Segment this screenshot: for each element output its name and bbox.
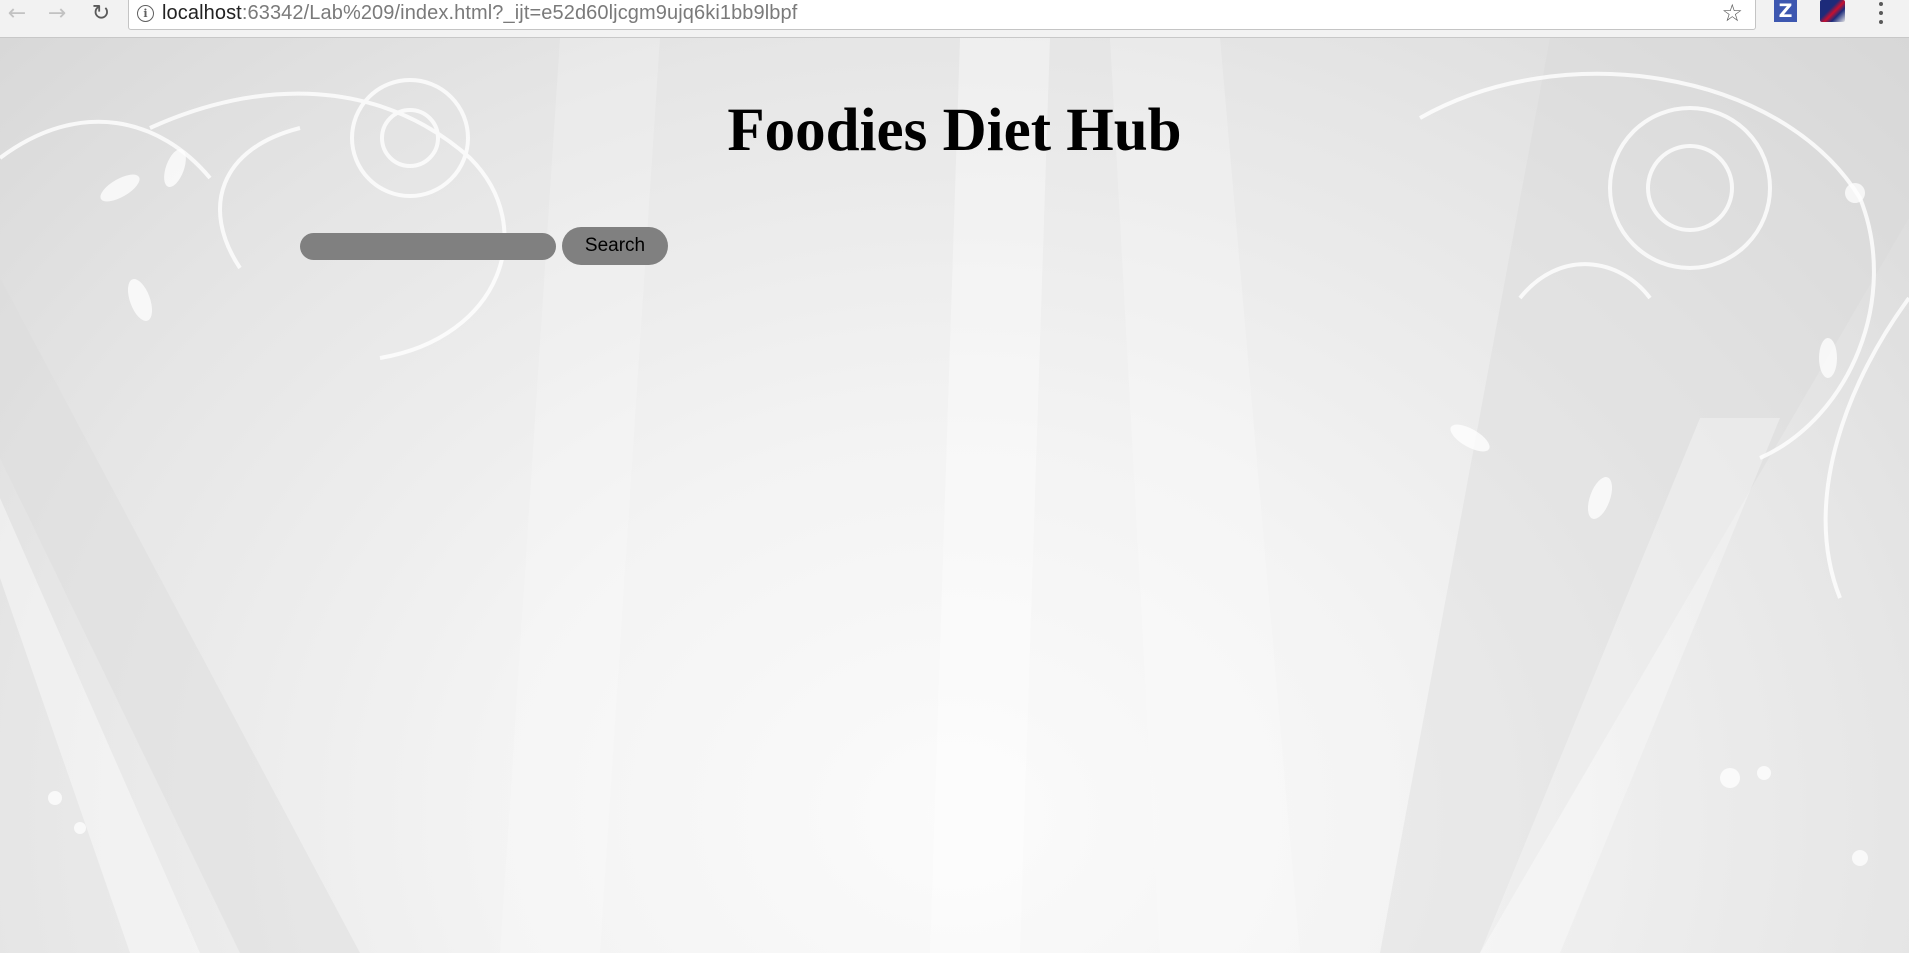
page-body: Foodies Diet Hub Search	[0, 38, 1909, 953]
info-icon[interactable]: i	[137, 4, 154, 22]
url-host: localhost	[162, 1, 242, 24]
search-input[interactable]	[300, 232, 556, 260]
address-bar[interactable]: i localhost:63342/Lab%209/index.html?_ij…	[128, 0, 1756, 30]
page-title: Foodies Diet Hub	[727, 97, 1182, 164]
search-button[interactable]: Search	[562, 227, 668, 265]
z-extension-icon[interactable]: Z	[1774, 0, 1797, 22]
url-path: :63342/Lab%209/index.html?_ijt=e52d60ljc…	[241, 1, 798, 24]
background-decoration	[0, 38, 1909, 953]
browser-toolbar: ← → ↻ i localhost:63342/Lab%209/index.ht…	[0, 0, 1909, 38]
search-form: Search	[300, 227, 668, 265]
menu-dots-icon[interactable]	[1876, 0, 1886, 26]
url-text[interactable]: localhost:63342/Lab%209/index.html?_ijt=…	[162, 2, 797, 25]
flag-extension-icon[interactable]	[1820, 0, 1845, 22]
back-arrow-icon[interactable]: ←	[2, 0, 32, 26]
forward-arrow-icon[interactable]: →	[42, 0, 72, 26]
star-icon[interactable]: ☆	[1721, 0, 1743, 26]
reload-icon[interactable]: ↻	[86, 0, 116, 26]
